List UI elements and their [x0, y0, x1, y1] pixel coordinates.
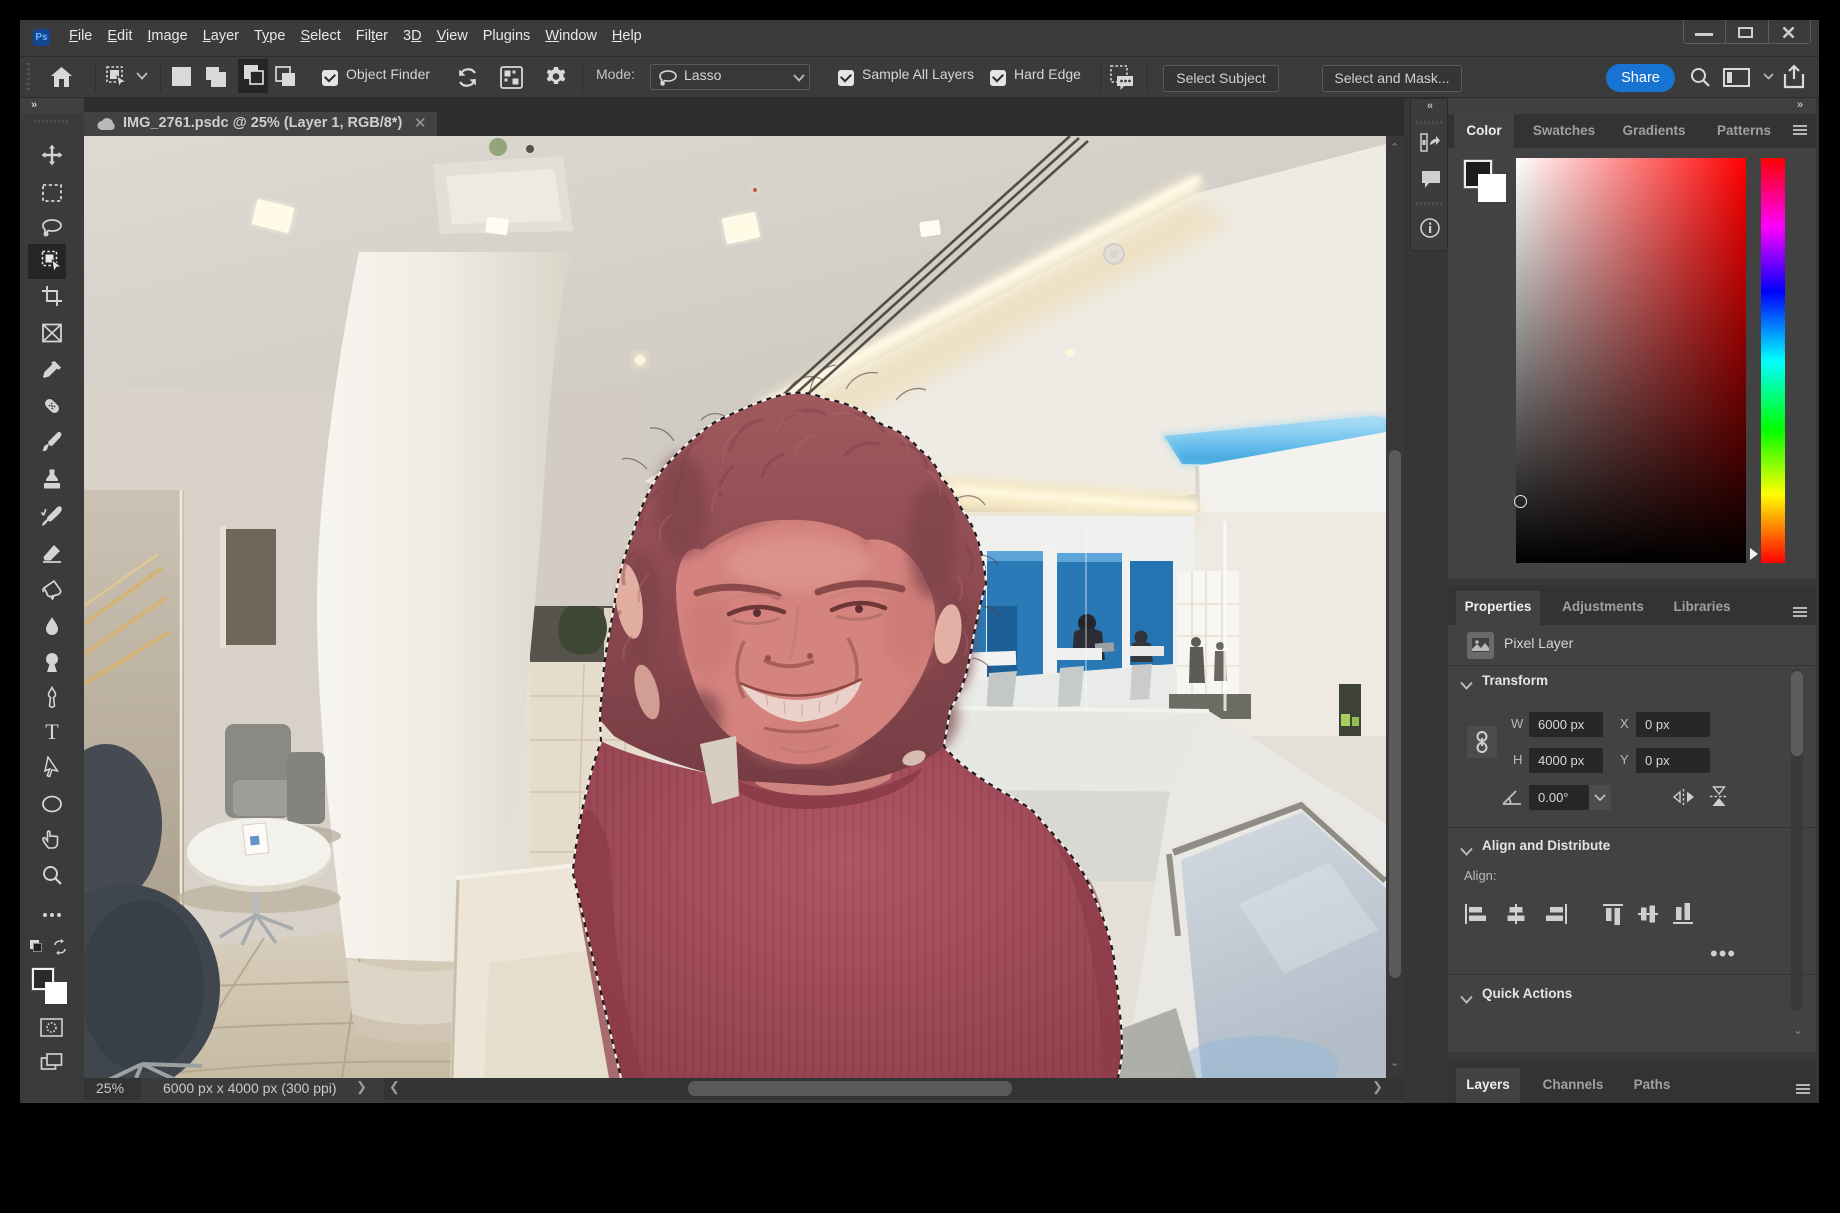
svg-text:T: T [45, 721, 59, 743]
